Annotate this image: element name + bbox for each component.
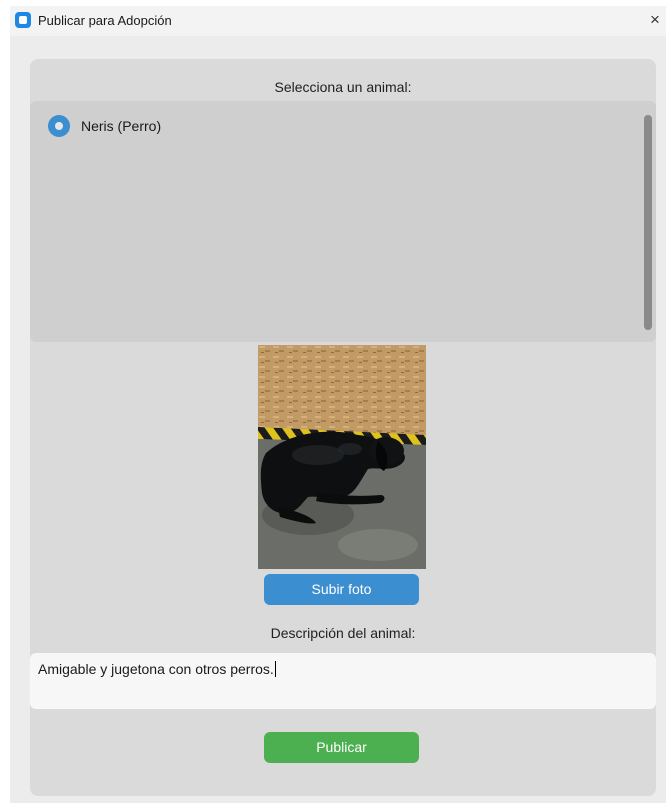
adoption-form: Selecciona un animal: Neris (Perro) Subi… xyxy=(30,59,656,796)
title-bar: Publicar para Adopción × xyxy=(10,6,666,36)
description-textarea[interactable]: Amigable y jugetona con otros perros. xyxy=(30,653,656,709)
animal-option-label[interactable]: Neris (Perro) xyxy=(81,118,161,134)
radio-selected-icon[interactable] xyxy=(48,115,70,137)
upload-photo-button[interactable]: Subir foto xyxy=(264,574,419,605)
dialog-window: Publicar para Adopción × Selecciona un a… xyxy=(10,6,666,803)
description-value[interactable]: Amigable y jugetona con otros perros. xyxy=(38,661,274,677)
animal-option[interactable]: Neris (Perro) xyxy=(48,115,161,137)
close-button[interactable]: × xyxy=(644,8,666,32)
window-title: Publicar para Adopción xyxy=(38,13,172,28)
animal-photo xyxy=(258,345,426,569)
description-text[interactable]: Amigable y jugetona con otros perros. xyxy=(38,661,276,677)
select-animal-label: Selecciona un animal: xyxy=(274,79,412,95)
list-scrollbar[interactable] xyxy=(644,115,652,330)
animal-list: Neris (Perro) xyxy=(30,101,656,342)
description-label: Descripción del animal: xyxy=(270,625,416,641)
app-icon xyxy=(15,12,31,28)
publish-button[interactable]: Publicar xyxy=(264,732,419,763)
text-caret xyxy=(274,661,276,677)
